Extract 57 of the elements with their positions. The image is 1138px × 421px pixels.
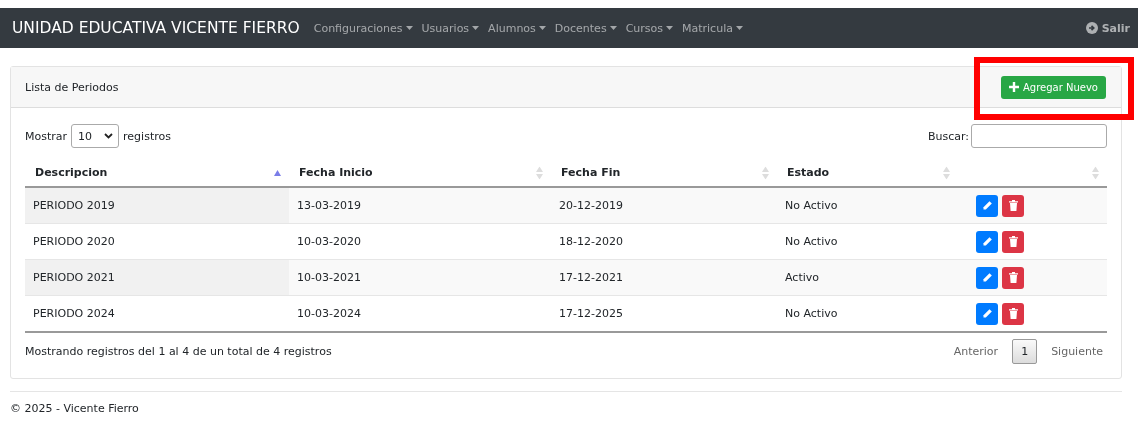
trash-icon (1008, 200, 1018, 211)
trash-icon (1008, 236, 1018, 247)
show-label: Mostrar (25, 129, 68, 143)
table-cell: 17-12-2025 (551, 295, 777, 332)
next-link[interactable]: Siguiente (1047, 345, 1107, 358)
delete-button[interactable] (1002, 266, 1024, 289)
delete-button[interactable] (1002, 302, 1024, 325)
search-field[interactable] (971, 124, 1107, 148)
table-cell: PERIODO 2019 (25, 187, 289, 224)
brand-title[interactable]: UNIDAD EDUCATIVA VICENTE FIERRO (12, 19, 300, 37)
delete-button[interactable] (1002, 194, 1024, 217)
previous-link[interactable]: Anterior (949, 345, 1003, 358)
edit-button[interactable] (976, 302, 998, 325)
caret-icon (405, 26, 413, 30)
pencil-icon (981, 200, 993, 211)
pencil-icon (981, 236, 993, 247)
pencil-icon (981, 272, 993, 283)
card-title: Lista de Periodos (25, 80, 119, 94)
footer-text: © 2025 - Vicente Fierro (10, 402, 139, 415)
add-button[interactable]: Agregar Nuevo (1001, 75, 1106, 99)
nav-menu[interactable]: Matricula (682, 21, 743, 35)
nav-menu[interactable]: Docentes (554, 21, 617, 35)
table-cell: No Activo (777, 187, 958, 224)
nav-menu[interactable]: Cursos (625, 21, 673, 35)
nav-menu[interactable]: Configuraciones (313, 21, 413, 35)
nav-menu[interactable]: Usuarios (421, 21, 480, 35)
table-cell: 20-12-2019 (551, 187, 777, 224)
nav-menu[interactable]: Alumnos (488, 21, 546, 35)
table-cell: 17-12-2021 (551, 259, 777, 296)
page-button[interactable]: 1 (1012, 339, 1038, 364)
caret-icon (609, 26, 617, 30)
search-label: Buscar: (927, 129, 969, 143)
table-cell: PERIODO 2024 (25, 295, 289, 332)
trash-icon (1008, 272, 1018, 283)
plus-icon (1009, 82, 1019, 92)
chevron-down-icon (104, 133, 114, 139)
edit-button[interactable] (976, 230, 998, 253)
edit-button[interactable] (976, 194, 998, 217)
table-cell: Activo (777, 259, 958, 296)
caret-icon (735, 26, 743, 30)
pencil-icon (981, 308, 993, 319)
page-size-select[interactable]: 10 (71, 124, 120, 148)
arrow-circle-icon (1085, 22, 1098, 34)
table-cell: 10-03-2021 (289, 259, 551, 296)
caret-icon (538, 26, 546, 30)
caret-icon (472, 26, 480, 30)
table-cell: 10-03-2024 (289, 295, 551, 332)
logout-link[interactable]: Salir (1085, 21, 1130, 35)
caret-icon (666, 26, 673, 30)
records-label: registros (123, 129, 171, 143)
table-cell: No Activo (777, 295, 958, 332)
records-info: Mostrando registros del 1 al 4 de un total de 4 registros (25, 345, 332, 358)
delete-button[interactable] (1002, 230, 1024, 253)
edit-button[interactable] (976, 266, 998, 289)
table-cell: 13-03-2019 (289, 187, 551, 224)
trash-icon (1008, 308, 1018, 319)
table-cell: PERIODO 2021 (25, 259, 289, 296)
